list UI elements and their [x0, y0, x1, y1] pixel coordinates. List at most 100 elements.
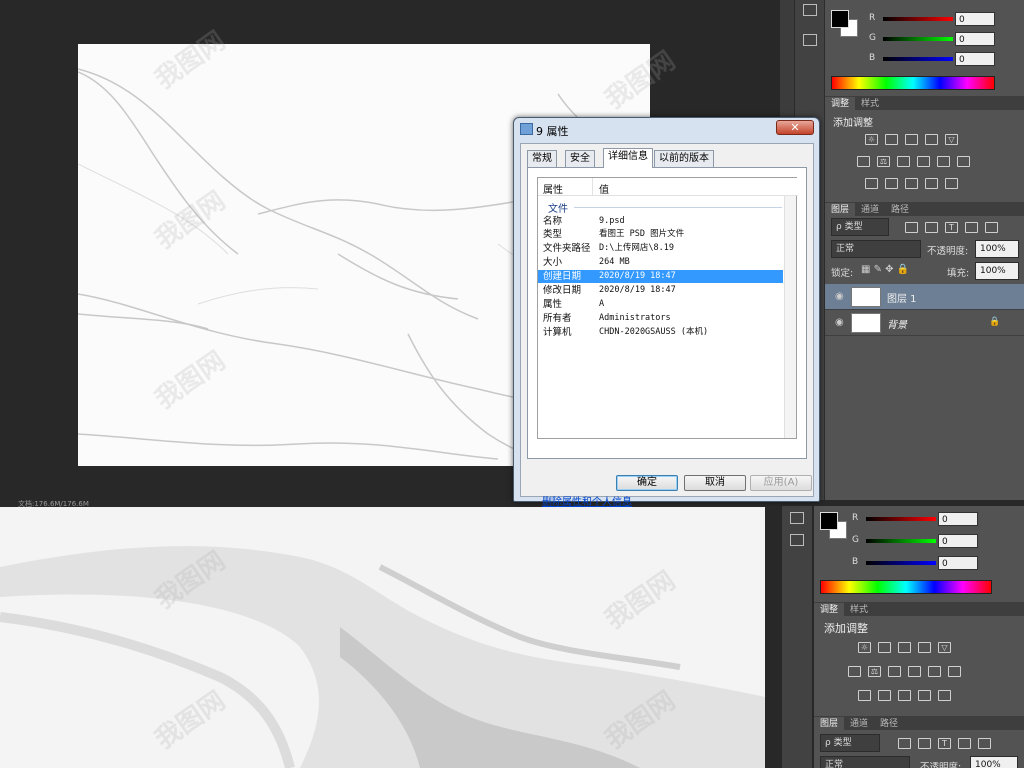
tab-adjustments[interactable]: 调整 — [825, 97, 856, 111]
list-item[interactable]: 计算机 CHDN-2020GSAUSS (本机) — [538, 326, 783, 339]
invert-icon[interactable] — [858, 690, 871, 701]
zoomed-canvas[interactable] — [0, 507, 765, 768]
eye-icon[interactable]: ◉ — [835, 317, 844, 328]
vibrance-icon[interactable]: ▽ — [938, 642, 951, 653]
threshold-icon[interactable] — [898, 690, 911, 701]
vibrance-icon[interactable]: ▽ — [945, 134, 958, 145]
tab-layers[interactable]: 图层 — [814, 717, 845, 731]
photo-filter-icon[interactable] — [917, 156, 930, 167]
type-filter-icon[interactable]: T — [938, 738, 951, 749]
bw-icon[interactable] — [888, 666, 901, 677]
list-item[interactable]: 大小 264 MB — [538, 256, 783, 269]
selective-color-icon[interactable] — [918, 690, 931, 701]
gradient-map-icon[interactable] — [938, 690, 951, 701]
color-spectrum[interactable] — [831, 76, 995, 90]
tab-styles[interactable]: 样式 — [844, 603, 874, 617]
list-item-selected[interactable]: 创建日期 2020/8/19 18:47 — [538, 270, 783, 283]
lookup-icon[interactable] — [948, 666, 961, 677]
history-icon[interactable] — [803, 4, 817, 16]
hue-icon[interactable] — [857, 156, 870, 167]
pixel-filter-icon[interactable] — [898, 738, 911, 749]
property-list[interactable]: 属性 值 文件 名称 9.psd 类型 看图王 PSD 图片文件 文件夹路径 D:\上… — [537, 177, 798, 439]
hue-icon[interactable] — [848, 666, 861, 677]
shape-filter-icon[interactable] — [965, 222, 978, 233]
r-value[interactable]: 0 — [938, 512, 978, 526]
balance-icon[interactable]: ⚖ — [877, 156, 890, 167]
remove-properties-link[interactable]: 删除属性和个人信息 — [542, 493, 632, 508]
exposure-icon[interactable] — [918, 642, 931, 653]
gradient-map-icon[interactable] — [945, 178, 958, 189]
posterize-icon[interactable] — [878, 690, 891, 701]
posterize-icon[interactable] — [885, 178, 898, 189]
tab-security[interactable]: 安全 — [565, 150, 595, 167]
list-item[interactable]: 属性 A — [538, 298, 783, 311]
color-spectrum[interactable] — [820, 580, 992, 594]
curves-icon[interactable] — [905, 134, 918, 145]
balance-icon[interactable]: ⚖ — [868, 666, 881, 677]
levels-icon[interactable] — [878, 642, 891, 653]
blend-mode-select[interactable]: 正常 — [831, 240, 921, 258]
exposure-icon[interactable] — [925, 134, 938, 145]
layer-row-background[interactable]: ◉ 背景 🔒 — [825, 310, 1024, 336]
levels-icon[interactable] — [885, 134, 898, 145]
layer-filter-select[interactable]: ρ 类型 — [820, 734, 880, 752]
g-slider[interactable] — [866, 539, 936, 543]
r-slider[interactable] — [866, 517, 936, 521]
cancel-button[interactable]: 取消 — [684, 475, 746, 491]
smart-filter-icon[interactable] — [978, 738, 991, 749]
color-swatches[interactable] — [820, 512, 848, 540]
tab-details[interactable]: 详细信息 — [603, 148, 653, 168]
brightness-icon[interactable]: ☼ — [865, 134, 878, 145]
b-value[interactable]: 0 — [955, 52, 995, 66]
shape-filter-icon[interactable] — [958, 738, 971, 749]
tab-channels[interactable]: 通道 — [855, 203, 885, 217]
fill-input[interactable]: 100% — [975, 262, 1019, 280]
foreground-swatch[interactable] — [831, 10, 849, 28]
list-item[interactable]: 修改日期 2020/8/19 18:47 — [538, 284, 783, 297]
header-property[interactable]: 属性 — [543, 181, 563, 196]
tab-paths[interactable]: 路径 — [874, 717, 904, 731]
b-slider[interactable] — [866, 561, 936, 565]
bw-icon[interactable] — [897, 156, 910, 167]
properties-icon[interactable] — [790, 534, 804, 546]
tab-channels[interactable]: 通道 — [844, 717, 874, 731]
tab-paths[interactable]: 路径 — [885, 203, 915, 217]
tab-styles[interactable]: 样式 — [855, 97, 885, 111]
layer-row-1[interactable]: ◉ 图层 1 — [825, 284, 1024, 310]
opacity-input[interactable]: 100% — [970, 756, 1018, 768]
adjust-filter-icon[interactable] — [918, 738, 931, 749]
photo-filter-icon[interactable] — [908, 666, 921, 677]
opacity-input[interactable]: 100% — [975, 240, 1019, 258]
lookup-icon[interactable] — [957, 156, 970, 167]
smart-filter-icon[interactable] — [985, 222, 998, 233]
type-filter-icon[interactable]: T — [945, 222, 958, 233]
layer-filter-select[interactable]: ρ 类型 — [831, 218, 889, 236]
adjust-filter-icon[interactable] — [925, 222, 938, 233]
foreground-swatch[interactable] — [820, 512, 838, 530]
invert-icon[interactable] — [865, 178, 878, 189]
selective-color-icon[interactable] — [925, 178, 938, 189]
list-item[interactable]: 名称 9.psd — [538, 215, 783, 228]
properties-icon[interactable] — [803, 34, 817, 46]
history-icon[interactable] — [790, 512, 804, 524]
brightness-icon[interactable]: ☼ — [858, 642, 871, 653]
g-value[interactable]: 0 — [955, 32, 995, 46]
color-swatches[interactable] — [831, 10, 859, 38]
tab-adjustments[interactable]: 调整 — [814, 603, 845, 617]
mixer-icon[interactable] — [937, 156, 950, 167]
threshold-icon[interactable] — [905, 178, 918, 189]
mixer-icon[interactable] — [928, 666, 941, 677]
blend-mode-select[interactable]: 正常 — [820, 756, 910, 768]
curves-icon[interactable] — [898, 642, 911, 653]
header-value[interactable]: 值 — [599, 181, 609, 196]
list-item[interactable]: 文件夹路径 D:\上传网店\8.19 — [538, 242, 783, 255]
close-button[interactable]: ✕ — [776, 120, 814, 135]
r-slider[interactable] — [883, 17, 953, 21]
g-value[interactable]: 0 — [938, 534, 978, 548]
list-item[interactable]: 所有者 Administrators — [538, 312, 783, 325]
tab-layers[interactable]: 图层 — [825, 203, 856, 217]
r-value[interactable]: 0 — [955, 12, 995, 26]
b-value[interactable]: 0 — [938, 556, 978, 570]
list-item[interactable]: 类型 看图王 PSD 图片文件 — [538, 228, 783, 241]
g-slider[interactable] — [883, 37, 953, 41]
